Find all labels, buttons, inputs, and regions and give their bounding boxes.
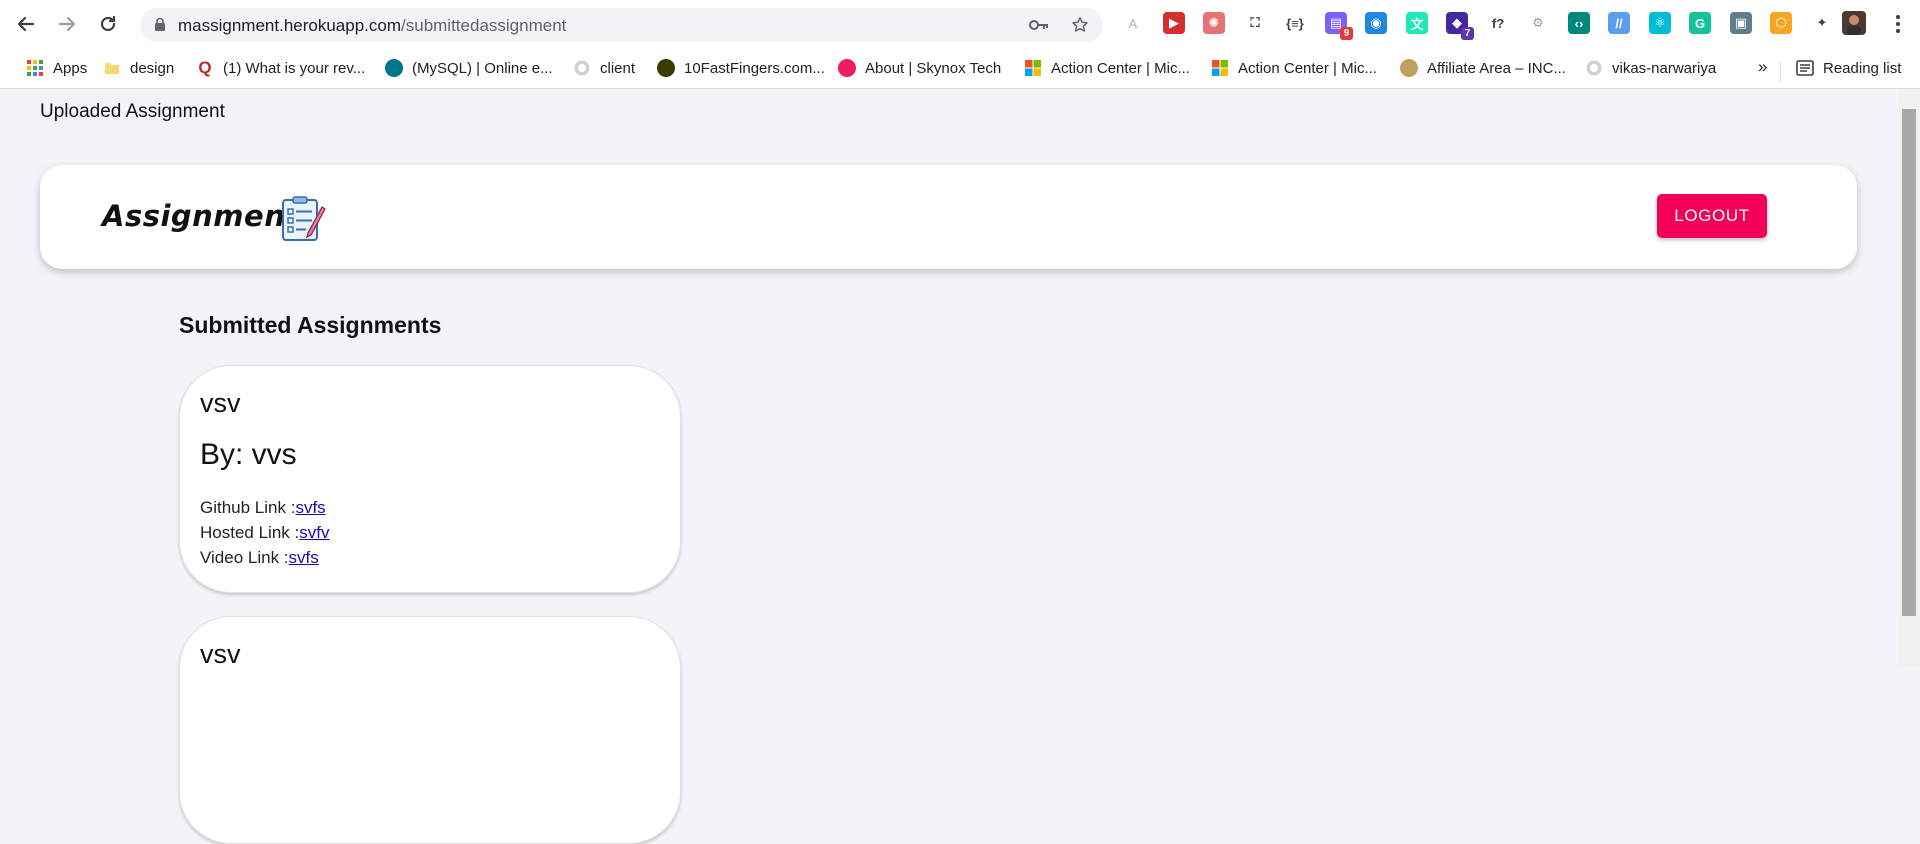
bookmark-item[interactable]: 10FastFingers.com... (657, 57, 825, 79)
assignment-author: By: vvs (200, 438, 297, 471)
video-link-label: Video Link : (200, 548, 289, 567)
logo-text[interactable]: Assignment (102, 199, 300, 233)
folder-icon (103, 59, 121, 77)
function-icon[interactable]: f? (1487, 12, 1509, 34)
microsoft-icon (1211, 59, 1229, 77)
github-link-label: Github Link : (200, 498, 296, 517)
page-scrollbar[interactable] (1898, 89, 1920, 666)
more-menu-icon[interactable] (1893, 10, 1903, 38)
id-card-icon[interactable]: ▣ (1730, 12, 1752, 34)
bookmark-label: Affiliate Area – INC... (1427, 59, 1566, 77)
bookmark-item[interactable]: vikas-narwariya (1585, 57, 1716, 79)
color-picker-icon[interactable]: ✺ (1203, 12, 1225, 34)
academic-cap-icon[interactable]: ◆ 7 (1446, 12, 1474, 40)
rest-client-icon[interactable]: // (1608, 12, 1630, 34)
reading-list-label: Reading list (1823, 59, 1902, 77)
skynox-icon (838, 59, 856, 77)
bookmark-label: Action Center | Mic... (1051, 59, 1190, 77)
bookmark-item[interactable]: About | Skynox Tech (838, 57, 1001, 79)
hosted-link[interactable]: svfv (299, 523, 329, 542)
bookmark-label: (MySQL) | Online e... (412, 59, 553, 77)
hosted-link-label: Hosted Link : (200, 523, 300, 542)
code-icon[interactable]: ‹› (1568, 12, 1590, 34)
bookmark-label: vikas-narwariya (1612, 59, 1717, 77)
profile-avatar[interactable] (1842, 11, 1866, 35)
address-bar[interactable]: massignment.herokuapp.com/submittedassig… (140, 8, 1103, 42)
github-link-row: Github Link :svfs (200, 498, 326, 518)
star-bookmark-icon[interactable] (1069, 14, 1091, 36)
json-viewer-icon[interactable]: {≡} (1284, 12, 1306, 34)
bookmark-item[interactable]: Affiliate Area – INC... (1400, 57, 1566, 79)
react-devtools-icon[interactable]: ⚛ (1649, 12, 1671, 34)
reload-icon[interactable] (94, 10, 122, 38)
page-viewport: Uploaded Assignment Assignment LOGOUT Su… (0, 89, 1898, 844)
bookmark-label: client (600, 59, 636, 77)
gear-extension-icon[interactable]: ⚙ (1527, 12, 1549, 34)
reading-list-icon (1796, 59, 1814, 77)
video-link-row: Video Link :svfs (200, 548, 319, 568)
section-title: Submitted Assignments (179, 312, 442, 338)
bookmarks-divider (1780, 62, 1781, 82)
back-arrow-icon[interactable] (12, 10, 40, 38)
scrollbar-thumb[interactable] (1902, 109, 1916, 616)
bookmark-item[interactable]: Action Center | Mic... (1024, 57, 1190, 79)
video-speed-icon[interactable]: ▶ (1163, 12, 1185, 34)
microsoft-icon (1024, 59, 1042, 77)
bookmark-item[interactable]: Apps (26, 57, 87, 79)
puzzle-extensions-icon[interactable]: ✦ (1811, 12, 1833, 34)
bookmark-item[interactable]: Q (1) What is your rev... (196, 57, 365, 79)
bookmarks-overflow-button[interactable]: » (1758, 56, 1767, 78)
github-icon (1585, 59, 1603, 77)
reading-list-button[interactable]: Reading list (1796, 57, 1901, 79)
lock-icon[interactable] (154, 17, 166, 32)
hexagon-extension-icon[interactable]: ⬡ (1770, 12, 1792, 34)
video-link[interactable]: svfs (289, 548, 319, 567)
bookmark-label: design (130, 59, 175, 77)
bookmark-item[interactable]: Action Center | Mic... (1211, 57, 1377, 79)
bookmark-item[interactable]: design (103, 57, 174, 79)
url-path: /submittedassignment (401, 16, 567, 35)
url-text[interactable]: massignment.herokuapp.com/submittedassig… (178, 16, 566, 36)
affiliate-icon (1400, 59, 1418, 77)
tenfastfingers-icon (657, 59, 675, 77)
translate-icon[interactable]: 文 (1406, 12, 1428, 34)
github-icon (573, 59, 591, 77)
bookmark-label: Apps (53, 59, 88, 77)
page-heading: Uploaded Assignment (40, 101, 225, 122)
mysql-site-icon (385, 59, 403, 77)
apps-grid-icon (26, 59, 44, 77)
assignment-card: vsv (179, 616, 681, 844)
github-link[interactable]: svfs (295, 498, 325, 517)
assignment-card: vsv By: vvs Github Link :svfs Hosted Lin… (179, 365, 681, 593)
browser-toolbar: massignment.herokuapp.com/submittedassig… (0, 0, 1920, 48)
bookmark-item[interactable]: (MySQL) | Online e... (385, 57, 553, 79)
hosted-link-row: Hosted Link :svfv (200, 523, 329, 543)
bookmark-label: 10FastFingers.com... (684, 59, 825, 77)
forward-arrow-icon[interactable] (53, 10, 81, 38)
assignment-title: vsv (200, 388, 241, 418)
bookmark-item[interactable]: client (573, 57, 635, 79)
url-host: massignment.herokuapp.com (178, 16, 402, 35)
bookmark-label: Action Center | Mic... (1238, 59, 1377, 77)
quora-icon: Q (198, 58, 212, 77)
app-header-card: Assignment LOGOUT (40, 165, 1857, 269)
logout-button[interactable]: LOGOUT (1657, 194, 1767, 238)
screenshot-icon[interactable]: ⛶ (1244, 12, 1266, 34)
angular-devtools-icon[interactable]: A (1122, 12, 1144, 34)
tab-manager-icon[interactable]: ▤ 9 (1325, 12, 1353, 40)
bookmark-label: About | Skynox Tech (865, 59, 1002, 77)
bookmark-label: (1) What is your rev... (223, 59, 366, 77)
mask-icon[interactable]: ◉ (1365, 12, 1387, 34)
bookmarks-bar: Apps design Q (1) What is your rev... (MySQL… (0, 48, 1920, 89)
grammarly-icon[interactable]: G (1689, 12, 1711, 34)
checklist-pencil-icon (282, 196, 326, 241)
assignment-title: vsv (200, 639, 241, 669)
key-icon[interactable] (1028, 14, 1050, 36)
